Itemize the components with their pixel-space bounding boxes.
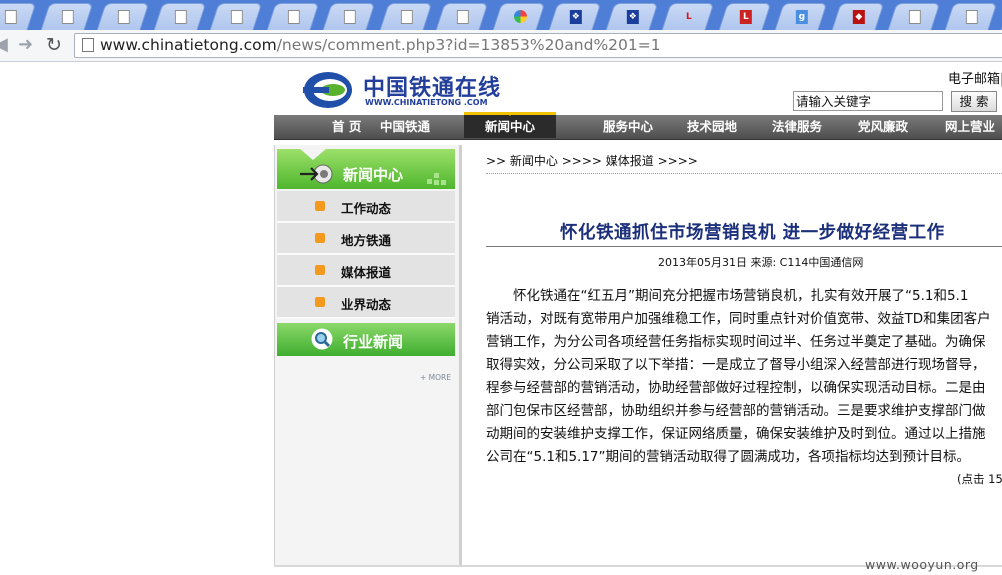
page-icon [4,10,17,24]
article-line: 营销工作，为分公司各项经营任务指标实现时间过半、任务过半奠定了基础。为确保 [486,334,986,350]
nav-service-center[interactable]: 服务中心 [603,115,653,139]
nav-news-center[interactable]: 新闻中心 [464,112,556,138]
address-bar[interactable]: www.chinatietong.com/news/comment.php3?i… [74,33,1002,58]
sidebar-item-label: 地方铁通 [341,233,392,248]
url-text[interactable]: www.chinatietong.com/news/comment.php3?i… [100,36,661,54]
search-button[interactable]: 搜 索 [951,91,997,112]
google-icon: g [795,10,808,24]
sidebar-item-local-tietong[interactable]: 地方铁通 [277,223,455,255]
sidebar-header-title: 新闻中心 [343,166,404,184]
click-count: (点击 15 [957,472,1002,486]
arrow-right-icon [300,164,333,184]
article-line: 销活动，对既有宽带用户加强维稳工作，同时重点针对价值宽带、效益TD和集团客户 [486,311,991,327]
browser-tab[interactable] [887,3,941,30]
sidebar-item-industry-news[interactable]: 业界动态 [277,287,455,319]
logo-english-text: WWW.CHINATIETONG .COM [365,98,488,107]
nav-party-integrity[interactable]: 党风廉政 [858,115,908,139]
browser-tab[interactable]: ◆ [831,3,884,30]
nav-home[interactable]: 首 页 [332,115,361,139]
colorful-circle-icon [513,10,527,23]
page-icon [230,10,243,24]
article-line: 程参与经营部的营销活动，协助经营部做好过程控制，以确保实现活动目标。二是由 [486,380,986,396]
article-line: 动期间的安装维护支撑工作，保证网络质量，确保安装维护及时到位。通过以上措施 [486,426,986,442]
nav-tech-garden[interactable]: 技术园地 [687,115,737,139]
browser-tab[interactable]: ❖ [548,3,602,30]
page-icon [174,10,187,24]
nav-china-tietong[interactable]: 中国铁通 [380,115,430,139]
browser-toolbar: ◀ ➜ ↻ www.chinatietong.com/news/comment.… [0,30,1002,62]
site-logo[interactable]: 中国铁通在线 WWW.CHINATIETONG .COM [303,69,508,114]
browser-tab[interactable] [153,3,206,30]
l-logo-icon: L [739,10,752,24]
browser-tab[interactable]: L [661,3,715,30]
l-logo-icon: L [685,12,692,22]
browser-tab[interactable] [209,3,263,30]
breadcrumb: >> 新闻中心 >>>> 媒体报道 >>>> [486,154,698,168]
watermark-text: www.wooyun.org [865,557,979,572]
browser-tab[interactable] [379,3,432,30]
bullet-icon [315,201,325,211]
more-link[interactable]: + MORE [420,373,451,382]
page-icon [117,10,130,24]
page-icon [343,10,356,24]
browser-tab[interactable]: L [718,3,771,30]
page-icon [400,10,413,24]
reload-icon[interactable]: ↻ [46,34,62,56]
page-icon [456,10,469,24]
browser-tab[interactable] [435,3,489,30]
sidebar-item-label: 业界动态 [341,297,392,312]
bullet-icon [315,233,325,243]
browser-tab[interactable] [0,3,37,30]
browser-tab[interactable]: g [774,3,828,30]
article-line: 怀化铁通在“红五月”期间充分把握市场营销良机，扎实有效开展了“5.1和5.1 [486,288,969,304]
article-line: 公司在“5.1和5.17”期间的营销活动取得了圆满成功，各项指标均达到预计目标。 [486,449,971,465]
page-icon [82,38,94,52]
article-meta: 2013年05月31日 来源: C114中国通信网 [658,256,864,269]
sidebar: 新闻中心 工作动态 地方铁通 媒体报道 业界动态 行业新闻 + MORE [274,145,462,565]
browser-tab[interactable]: ❖ [605,3,658,30]
article-line: 部门包保市区经营部，协助组织并参与经营部的营销活动。三是要求维护支撑部门做 [486,403,986,419]
browser-tab[interactable] [944,3,997,30]
article-title: 怀化铁通抓住市场营销良机 进一步做好经营工作 [560,223,945,243]
forward-icon[interactable]: ➜ [18,34,33,56]
url-host: www.chinatietong.com [100,36,277,54]
sidebar-header-industry[interactable]: 行业新闻 [277,323,455,356]
sidebar-header-news: 新闻中心 [277,148,455,189]
page-icon [908,10,921,24]
shield-icon: ◆ [852,10,865,24]
paw-icon: ❖ [626,10,639,24]
sidebar-item-label: 媒体报道 [341,265,392,280]
paw-icon: ❖ [569,10,582,24]
divider [486,246,1002,247]
page-icon [61,10,74,24]
browser-tab[interactable] [266,3,319,30]
browser-tab-strip: ❖ ❖ L Lg ◆ [0,0,1002,30]
browser-tab[interactable] [492,3,545,30]
divider [486,173,1002,174]
nav-legal-service[interactable]: 法律服务 [772,115,822,139]
logo-emblem-icon [303,72,352,108]
search-input[interactable]: 请输入关键字 [793,91,943,111]
browser-tab[interactable] [40,3,93,30]
browser-tab[interactable] [322,3,376,30]
article-line: 取得实效，分公司采取了以下举措：一是成立了督导小组深入经营部进行现场督导， [486,357,986,373]
sidebar-item-label: 工作动态 [341,201,392,216]
page-icon [965,10,978,24]
back-icon[interactable]: ◀ [0,34,8,56]
magnifier-icon [311,328,333,350]
sidebar-item-work-news[interactable]: 工作动态 [277,191,455,223]
page-icon [287,10,300,24]
nav-online-business[interactable]: 网上营业 [945,115,995,139]
bullet-icon [315,265,325,275]
website: 中国铁通在线 WWW.CHINATIETONG .COM 电子邮箱| 请输入关键… [273,62,1002,575]
sidebar-header2-title: 行业新闻 [343,333,404,351]
header-notch [299,148,327,160]
email-link[interactable]: 电子邮箱| [948,68,1002,87]
url-path: /news/comment.php3?id=13853%20and%201=1 [276,36,661,54]
bullet-icon [315,297,325,307]
main-nav: 首 页 中国铁通 新闻中心 服务中心 技术园地 法律服务 党风廉政 网上营业 [274,112,1002,140]
browser-tab[interactable] [96,3,150,30]
sidebar-item-media-reports[interactable]: 媒体报道 [277,255,455,287]
decorative-dots [427,173,447,185]
